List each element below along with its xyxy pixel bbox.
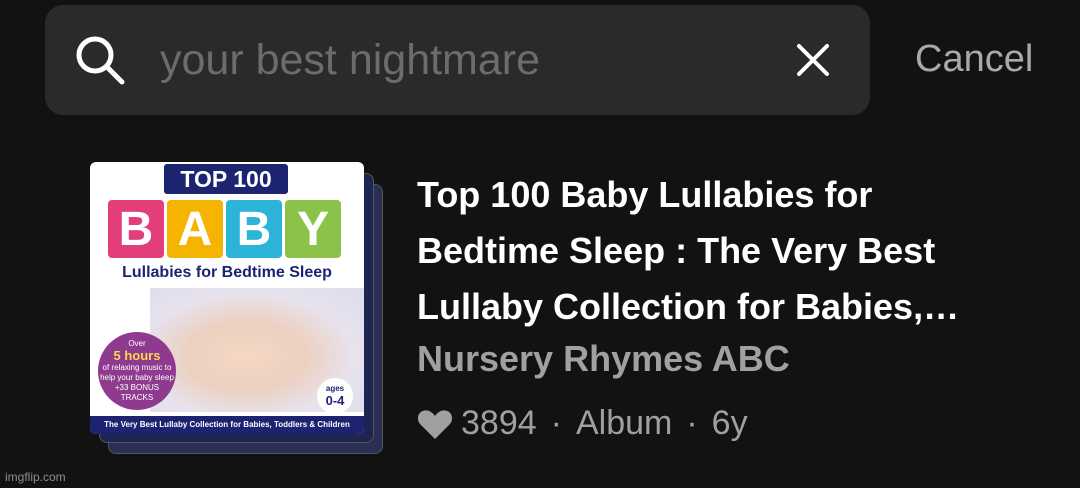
search-icon — [76, 36, 125, 85]
album-title[interactable]: Top 100 Baby Lullabies for Bedtime Sleep… — [417, 167, 1007, 335]
search-input[interactable] — [160, 30, 760, 90]
album-meta: 3894 · Album · 6y — [417, 404, 748, 443]
ages-label: ages — [325, 384, 345, 393]
album-cover: TOP 100 B A B Y Lullabies for Bedtime Sl… — [90, 162, 364, 434]
cancel-button[interactable]: Cancel — [915, 38, 1033, 81]
cover-top-label: TOP 100 — [164, 164, 288, 194]
cover-letters: B A B Y — [108, 200, 341, 258]
item-age: 6y — [711, 404, 748, 442]
separator: · — [686, 404, 698, 442]
cover-letter: B — [108, 200, 164, 258]
badge-line: Over — [128, 339, 146, 348]
ages-badge: ages 0-4 — [317, 378, 353, 414]
item-type: Album — [575, 404, 673, 442]
like-count: 3894 — [461, 404, 537, 442]
separator: · — [550, 404, 562, 442]
watermark: imgflip.com — [5, 470, 66, 484]
close-icon[interactable] — [796, 43, 830, 77]
album-cover-stack[interactable]: TOP 100 B A B Y Lullabies for Bedtime Sl… — [90, 162, 385, 457]
ages-value: 0-4 — [325, 393, 345, 408]
badge-line: +33 BONUS TRACKS — [114, 383, 160, 402]
artist-name[interactable]: Nursery Rhymes ABC — [417, 338, 790, 380]
cover-letter: B — [226, 200, 282, 258]
cover-badge: Over 5 hours of relaxing music to help y… — [98, 332, 176, 410]
cover-letter: A — [167, 200, 223, 258]
heart-icon — [417, 409, 453, 439]
badge-highlight: 5 hours — [113, 348, 161, 363]
badge-line: of relaxing music to help your baby slee… — [100, 363, 174, 382]
cover-bottom-text: The Very Best Lullaby Collection for Bab… — [90, 416, 364, 434]
cover-subtitle: Lullabies for Bedtime Sleep — [122, 264, 332, 281]
cover-letter: Y — [285, 200, 341, 258]
